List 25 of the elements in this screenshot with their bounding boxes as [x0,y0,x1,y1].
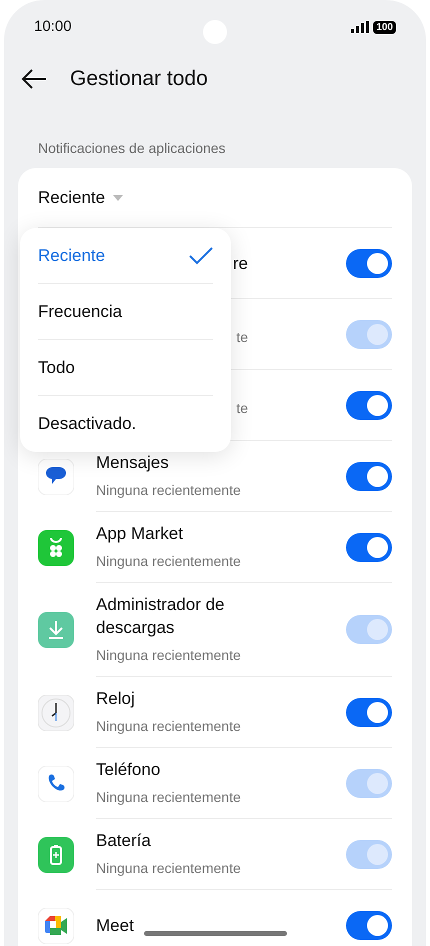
app-name: Reloj [96,688,135,710]
sort-dropdown[interactable]: Reciente [38,184,124,210]
section-label: Notificaciones de aplicaciones [38,139,227,158]
battery-level: 100 [373,20,396,34]
menu-option[interactable]: Frecuencia [38,284,213,340]
menu-option[interactable]: Desactivado. [38,396,213,452]
app-status: te [236,398,248,418]
app-name: Meet [96,915,134,937]
app-name: App Market [96,523,183,545]
app-name: Administrador de descargas [96,594,226,639]
app-status: Ninguna recientemente [96,788,241,807]
app-status: Ninguna recientemente [96,646,241,665]
app-status: Ninguna recientemente [96,717,241,736]
app-status: Ninguna recientemente [96,552,241,571]
menu-option[interactable]: Reciente [38,228,213,284]
app-name: Teléfono [96,759,160,781]
menu-option[interactable]: Todo [38,340,213,396]
app-name: Batería [96,830,151,852]
app-status: Ninguna recientemente [96,859,241,878]
clock-time: 10:00 [34,16,72,37]
app-name: Mensajes [96,452,169,474]
page-title: Gestionar todo [70,66,208,92]
app-status: te [236,328,248,346]
app-name: re [232,252,248,274]
app-status: Ninguna recientemente [96,481,241,500]
